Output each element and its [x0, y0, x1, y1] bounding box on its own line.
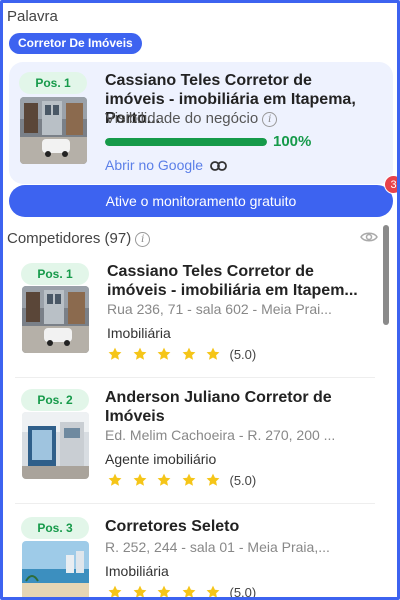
business-category: Agente imobiliário — [105, 451, 217, 467]
visibility-label-text: Visibilidade do negócio — [105, 110, 259, 127]
business-name: Anderson Juliano Corretor de Imóveis — [105, 389, 332, 425]
star-icon — [133, 585, 146, 597]
star-icon — [108, 347, 122, 360]
star-icon — [133, 473, 146, 486]
business-photo — [22, 412, 89, 479]
rating-stars: (5.0) — [107, 472, 256, 488]
star-icon — [157, 347, 171, 360]
business-photo — [22, 541, 89, 597]
rating-value: (5.0) — [229, 346, 257, 362]
business-category: Imobiliária — [105, 563, 169, 579]
eye-icon[interactable] — [360, 230, 378, 244]
star-icon — [157, 585, 171, 597]
competitors-title-text: Competidores (97) — [7, 230, 132, 247]
link-icon — [210, 161, 227, 172]
business-name: Corretores Seleto — [105, 518, 240, 535]
top-result-card[interactable]: Pos. 1 Cassiano Teles Corretor de imóvei… — [9, 62, 393, 184]
rating-value: (5.0) — [229, 472, 257, 488]
position-badge: Pos. 1 — [21, 263, 89, 285]
position-badge: Pos. 3 — [21, 517, 89, 539]
open-google-link[interactable]: Abrir no Google — [105, 157, 227, 173]
business-category: Imobiliária — [107, 325, 171, 341]
competitor-item[interactable]: Pos. 3 Corretores Seleto R. 252, 244 - s… — [9, 517, 377, 600]
star-icon — [206, 347, 220, 360]
position-badge: Pos. 2 — [21, 389, 89, 411]
info-icon[interactable]: i — [262, 111, 278, 127]
competitor-item[interactable]: Pos. 2 Anderson Juliano Corretor de Imóv… — [9, 387, 377, 497]
keyword-label: Palavra — [7, 8, 58, 25]
visibility-label: Visibilidade do negócio i — [105, 110, 278, 127]
business-address: Ed. Melim Cachoeira - R. 270, 200 ... — [105, 427, 336, 443]
notification-badge[interactable]: 3 — [384, 175, 397, 194]
star-icon — [157, 473, 171, 486]
info-icon[interactable]: i — [135, 231, 151, 247]
app-frame: Palavra Corretor De Imóveis Pos. 1 Cassi… — [0, 0, 400, 600]
position-badge: Pos. 1 — [19, 72, 87, 94]
business-photo — [20, 97, 87, 164]
visibility-percent: 100% — [273, 133, 312, 150]
star-icon — [206, 473, 220, 486]
activate-monitoring-button[interactable]: Ative o monitoramento gratuito — [9, 185, 393, 217]
competitors-title: Competidores (97) i — [7, 230, 151, 247]
rating-stars: (5.0) — [107, 346, 256, 362]
divider — [15, 503, 375, 504]
business-address: R. 252, 244 - sala 01 - Meia Praia,... — [105, 539, 330, 555]
divider — [15, 377, 375, 378]
star-icon — [182, 347, 195, 360]
rating-value: (5.0) — [229, 584, 257, 600]
business-photo — [22, 286, 89, 353]
star-icon — [206, 585, 220, 597]
keyword-chip[interactable]: Corretor De Imóveis — [9, 33, 142, 54]
star-icon — [182, 585, 195, 597]
star-icon — [108, 585, 122, 597]
business-name: Cassiano Teles Corretor de imóveis - imo… — [107, 263, 358, 299]
rating-stars: (5.0) — [107, 584, 257, 600]
visibility-progress-fill — [105, 138, 267, 146]
business-address: Rua 236, 71 - sala 602 - Meia Prai... — [107, 301, 332, 317]
star-icon — [133, 347, 146, 360]
star-icon — [108, 473, 122, 486]
visibility-progress-bar — [105, 138, 267, 146]
competitor-item[interactable]: Pos. 1 Cassiano Teles Corretor de imóvei… — [9, 261, 377, 371]
open-google-label: Abrir no Google — [105, 157, 204, 173]
star-icon — [182, 473, 195, 486]
scrollbar[interactable] — [383, 225, 389, 325]
